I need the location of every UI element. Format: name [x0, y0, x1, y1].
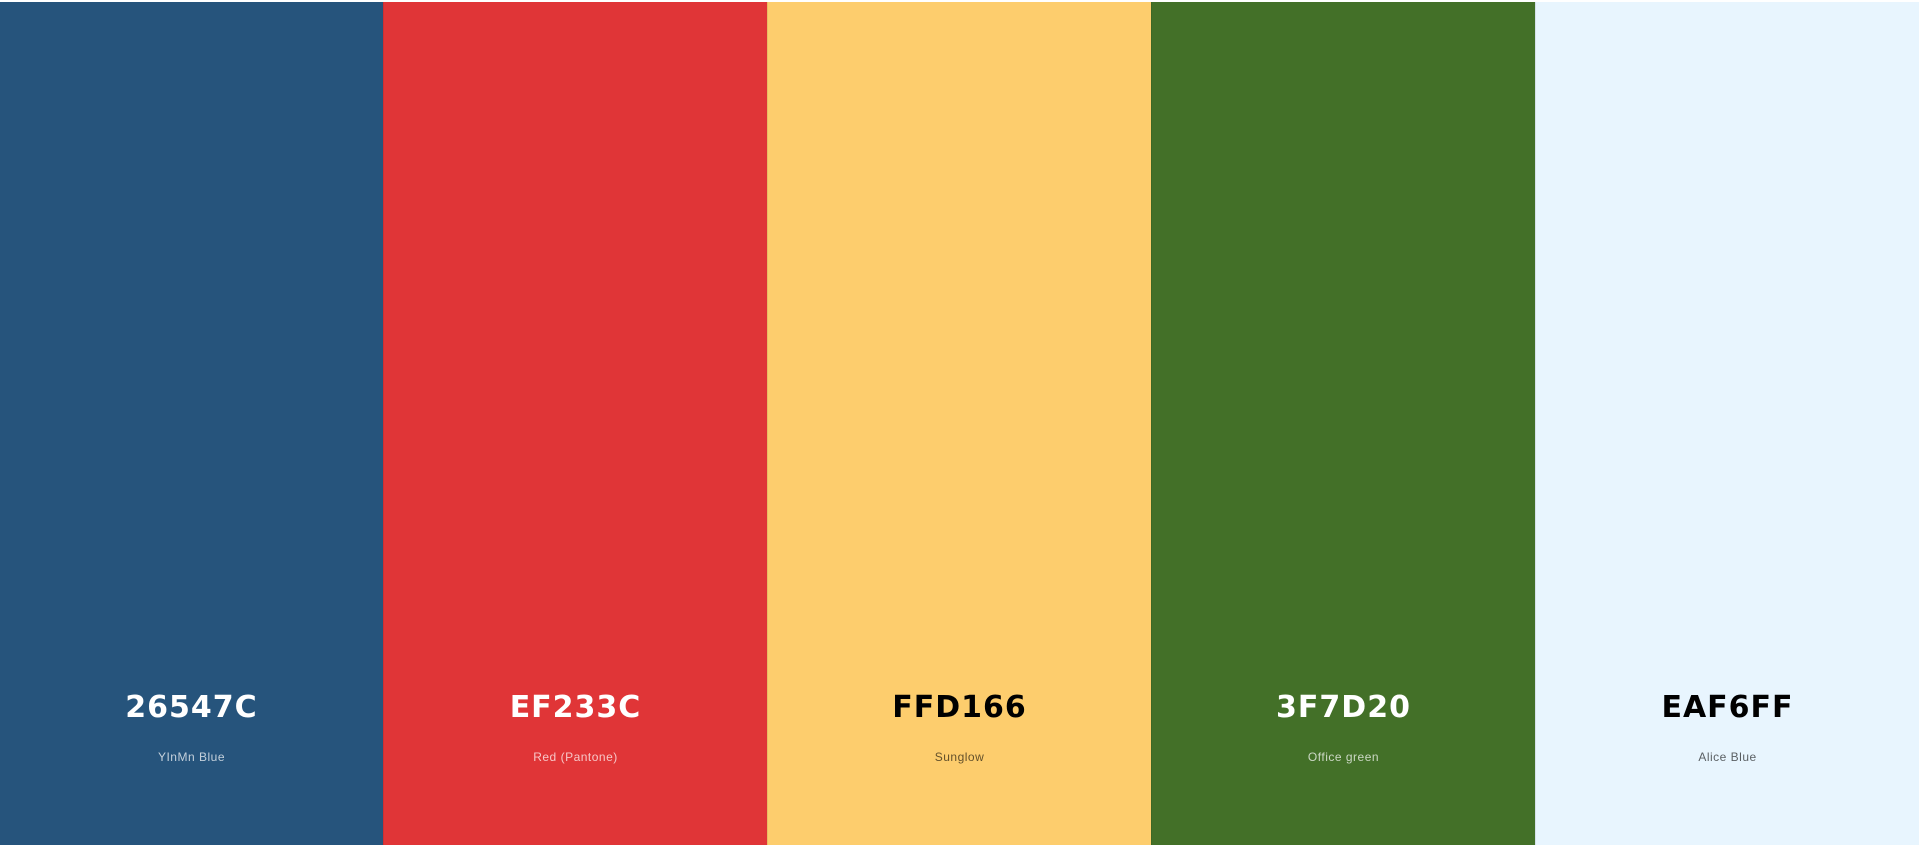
swatch-color-name: Sunglow	[934, 750, 985, 764]
swatch-color-name: Red (Pantone)	[533, 750, 618, 764]
color-swatch-sunglow[interactable]: FFD166 Sunglow	[767, 2, 1151, 845]
swatch-color-name: Alice Blue	[1698, 750, 1757, 764]
color-swatch-red-pantone[interactable]: EF233C Red (Pantone)	[383, 2, 767, 845]
swatch-hex-code[interactable]: EAF6FF	[1536, 690, 1919, 725]
color-swatch-yinmn-blue[interactable]: 26547C YInMn Blue	[0, 2, 383, 845]
color-swatch-alice-blue[interactable]: EAF6FF Alice Blue	[1535, 2, 1919, 845]
swatch-hex-code[interactable]: EF233C	[384, 690, 767, 725]
swatch-color-name: Office green	[1307, 750, 1380, 764]
swatch-hex-code[interactable]: 26547C	[0, 690, 383, 725]
swatch-hex-code[interactable]: FFD166	[768, 690, 1151, 725]
swatch-hex-code[interactable]: 3F7D20	[1152, 690, 1535, 725]
color-swatch-office-green[interactable]: 3F7D20 Office green	[1151, 2, 1535, 845]
swatch-color-name: YInMn Blue	[157, 750, 226, 764]
color-palette: 26547C YInMn Blue EF233C Red (Pantone) F…	[0, 2, 1919, 845]
